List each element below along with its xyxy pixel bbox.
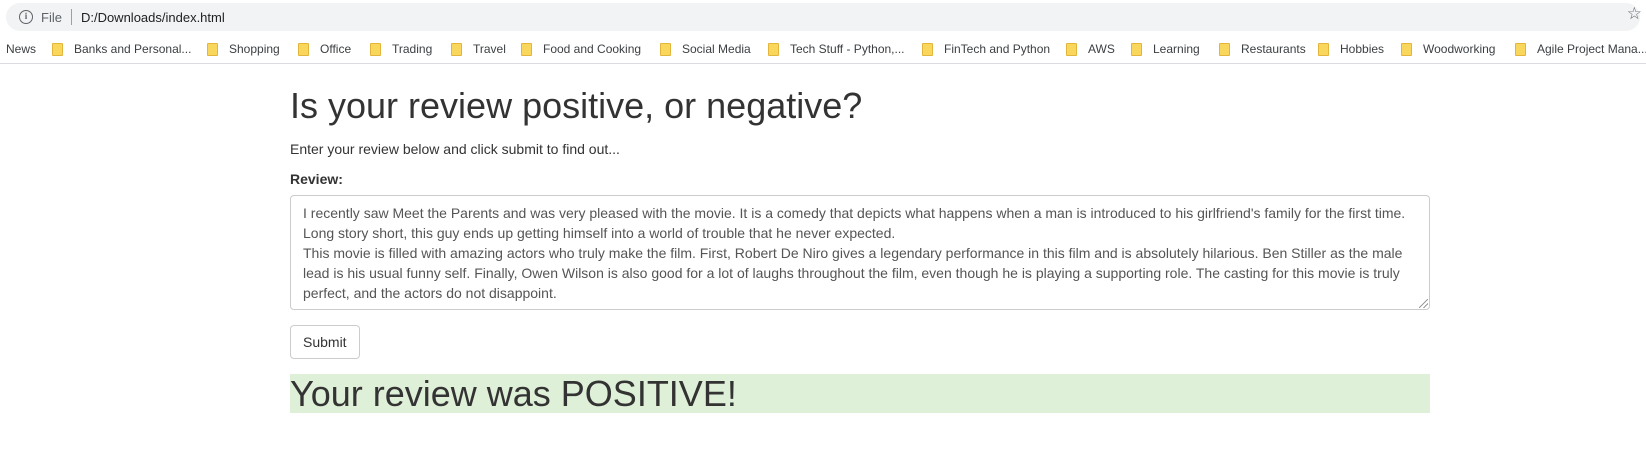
folder-icon (768, 42, 779, 56)
folder-icon (451, 42, 462, 56)
bookmark-news[interactable]: News (6, 41, 36, 57)
bookmark-folder-shopping[interactable]: Shopping (207, 41, 280, 57)
bookmark-folder-trading[interactable]: Trading (370, 41, 432, 57)
bookmark-folder-banks[interactable]: Banks and Personal... (52, 41, 191, 57)
folder-icon (1131, 42, 1142, 56)
bookmark-folder-aws[interactable]: AWS (1066, 41, 1115, 57)
folder-icon (1219, 42, 1230, 56)
star-icon[interactable]: ☆ (1627, 5, 1642, 23)
info-icon[interactable]: i (19, 10, 33, 24)
bookmark-label: Social Media (682, 42, 751, 56)
bookmark-label: Trading (392, 42, 433, 56)
bookmark-folder-office[interactable]: Office (298, 41, 351, 57)
folder-icon (922, 42, 933, 56)
page-title: Is your review positive, or negative? (290, 85, 863, 126)
folder-icon (1318, 42, 1329, 56)
url-text[interactable]: D:/Downloads/index.html (81, 10, 225, 25)
review-paragraph-1: I recently saw Meet the Parents and was … (303, 205, 1406, 241)
bookmark-folder-food-and-cooking[interactable]: Food and Cooking (521, 41, 641, 57)
folder-icon (521, 42, 532, 56)
review-textarea[interactable]: I recently saw Meet the Parents and was … (290, 195, 1430, 310)
bookmark-label: News (6, 42, 37, 56)
folder-icon (52, 42, 63, 56)
bookmark-folder-learning[interactable]: Learning (1131, 41, 1200, 57)
bookmark-label: AWS (1088, 42, 1115, 56)
bookmark-label: Restaurants (1241, 42, 1306, 56)
submit-button[interactable]: Submit (290, 325, 360, 359)
bookmark-folder-agile-project[interactable]: Agile Project Mana... (1515, 41, 1646, 57)
bookmark-label: Learning (1153, 42, 1200, 56)
bookmark-label: Woodworking (1423, 42, 1496, 56)
bookmark-label: Food and Cooking (543, 42, 642, 56)
bookmark-folder-restaurants[interactable]: Restaurants (1219, 41, 1306, 57)
folder-icon (207, 42, 218, 56)
omnibox[interactable]: i File D:/Downloads/index.html (6, 3, 1640, 31)
folder-icon (370, 42, 381, 56)
omnibox-divider (70, 9, 72, 25)
result-banner: Your review was POSITIVE! (290, 374, 1430, 414)
bookmark-label: Office (320, 42, 352, 56)
bookmark-label: Agile Project Mana... (1537, 42, 1646, 56)
review-paragraph-2: This movie is filled with amazing actors… (303, 245, 1403, 301)
bookmark-folder-travel[interactable]: Travel (451, 41, 506, 57)
bookmark-label: Banks and Personal... (74, 42, 192, 56)
bookmark-label: FinTech and Python (944, 42, 1051, 56)
bookmark-folder-woodworking[interactable]: Woodworking (1401, 41, 1495, 57)
instructions-text: Enter your review below and click submit… (290, 141, 620, 157)
bookmark-label: Hobbies (1340, 42, 1385, 56)
resize-handle-icon[interactable] (1419, 299, 1428, 308)
bookmarks-bar: News Banks and Personal... Shopping Offi… (0, 34, 1646, 64)
folder-icon (298, 42, 309, 56)
bookmark-label: Travel (473, 42, 506, 56)
bookmark-label: Tech Stuff - Python,... (790, 42, 905, 56)
bookmark-folder-fintech-and-python[interactable]: FinTech and Python (922, 41, 1050, 57)
folder-icon (660, 42, 671, 56)
bookmark-folder-social-media[interactable]: Social Media (660, 41, 751, 57)
folder-icon (1066, 42, 1077, 56)
scheme-label: File (41, 9, 62, 25)
address-bar-row: i File D:/Downloads/index.html ☆ (0, 0, 1646, 34)
review-label: Review: (290, 171, 343, 187)
page-content: Is your review positive, or negative? En… (290, 82, 1430, 414)
bookmark-folder-tech-stuff[interactable]: Tech Stuff - Python,... (768, 41, 905, 57)
folder-icon (1515, 42, 1526, 56)
bookmark-label: Shopping (229, 42, 280, 56)
folder-icon (1401, 42, 1412, 56)
bookmark-folder-hobbies[interactable]: Hobbies (1318, 41, 1384, 57)
